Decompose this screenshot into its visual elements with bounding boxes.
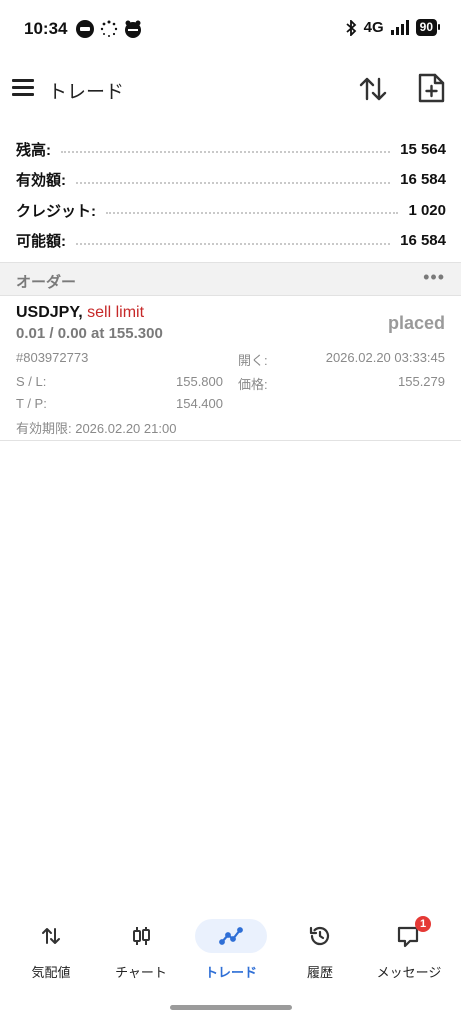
network-type: 4G [363, 19, 384, 36]
unread-badge: 1 [415, 916, 431, 932]
free-margin-row: 可能額: 16 584 [16, 226, 446, 257]
quotes-icon [42, 928, 60, 944]
status-bar: 10:34 4G 90 [0, 0, 461, 58]
stop-loss-label: S / L: [16, 374, 47, 389]
sort-icon[interactable] [358, 74, 388, 104]
dotted-leader [76, 181, 391, 184]
order-expiry: 有効期限: 2026.02.20 21:00 [16, 421, 177, 436]
nav-label-chart: チャート [115, 965, 167, 980]
order-ticket: #803972773 [16, 350, 89, 365]
nav-item-history[interactable]: 履歴 [276, 912, 364, 986]
equity-label: 有効額: [16, 172, 66, 190]
stop-loss-value: 155.800 [176, 374, 223, 389]
order-symbol: USDJPY, [16, 304, 83, 321]
account-summary: 残高: 15 564 有効額: 16 584 クレジット: 1 020 可能額:… [16, 134, 446, 256]
price-label: 価格: [238, 377, 268, 392]
home-indicator[interactable] [170, 1005, 292, 1010]
battery-icon: 90 [415, 19, 441, 36]
page-title: トレード [48, 82, 125, 103]
dotted-leader [61, 151, 391, 154]
order-status: placed [387, 313, 445, 333]
dotted-leader [106, 212, 399, 215]
signal-bars-icon [390, 20, 409, 35]
orders-section-title: オーダー [16, 274, 77, 291]
credit-row: クレジット: 1 020 [16, 195, 446, 226]
free-margin-value: 16 584 [400, 232, 446, 250]
chart-candles-icon [133, 927, 150, 945]
take-profit-label: T / P: [16, 396, 47, 411]
trade-icon [219, 927, 243, 945]
balance-label: 残高: [16, 141, 51, 159]
order-volume-price: 0.01 / 0.00 at 155.300 [16, 325, 163, 342]
take-profit-value: 154.400 [176, 396, 223, 411]
nav-item-quotes[interactable]: 気配値 [7, 912, 95, 986]
line-app-icon [76, 20, 94, 38]
history-icon [309, 926, 330, 946]
open-time-value: 2026.02.20 03:33:45 [325, 350, 445, 365]
equity-row: 有効額: 16 584 [16, 165, 446, 196]
balance-value: 15 564 [400, 140, 446, 158]
nav-label-trade: トレード [204, 965, 257, 980]
orders-section-header: オーダー ••• [0, 262, 461, 296]
status-time: 10:34 [24, 19, 68, 38]
menu-icon[interactable] [12, 79, 34, 99]
nav-item-trade[interactable]: トレード [187, 912, 275, 986]
more-options-icon[interactable]: ••• [423, 267, 445, 288]
bluetooth-icon [346, 19, 356, 36]
app-notification-icon [125, 20, 141, 38]
nav-label-history: 履歴 [306, 965, 333, 980]
equity-value: 16 584 [400, 171, 446, 189]
bottom-navigation: 気配値 チャート トレード 履歴 1 メッセージ [0, 912, 461, 986]
free-margin-label: 可能額: [16, 233, 66, 251]
nav-label-messages: メッセージ [376, 965, 442, 980]
open-time-label: 開く: [238, 353, 268, 368]
loading-dots-icon [100, 20, 118, 37]
balance-row: 残高: 15 564 [16, 134, 446, 165]
credit-label: クレジット: [16, 202, 96, 220]
price-value: 155.279 [398, 374, 445, 389]
dotted-leader [76, 242, 391, 245]
credit-value: 1 020 [408, 201, 446, 219]
app-bar: トレード [0, 62, 461, 118]
order-title: USDJPY, sell limit [16, 304, 144, 322]
order-type: sell limit [87, 304, 145, 321]
nav-item-messages[interactable]: 1 メッセージ [365, 912, 453, 986]
nav-label-quotes: 気配値 [31, 965, 71, 980]
new-order-icon[interactable] [416, 72, 446, 104]
nav-item-chart[interactable]: チャート [97, 912, 185, 986]
order-item[interactable]: USDJPY, sell limit 0.01 / 0.00 at 155.30… [0, 296, 461, 441]
